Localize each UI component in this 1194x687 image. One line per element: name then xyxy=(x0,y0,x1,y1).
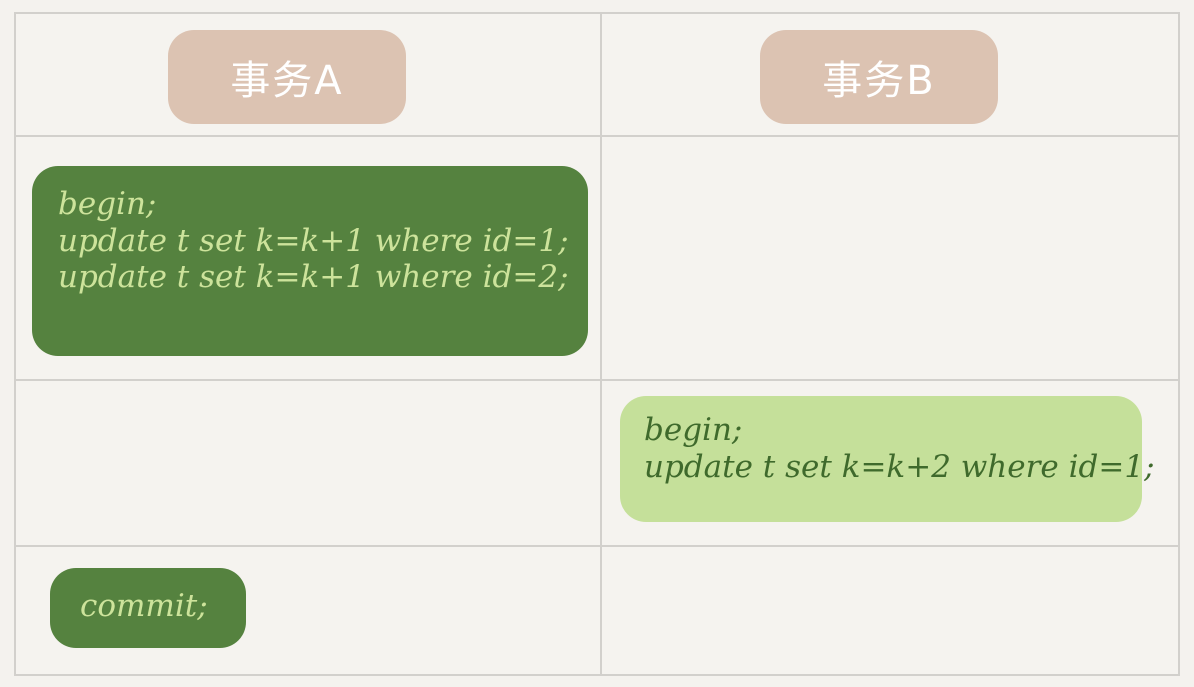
header-transaction-a: 事务A xyxy=(168,30,406,124)
row-divider-2 xyxy=(16,379,1178,381)
row-divider-3 xyxy=(16,545,1178,547)
code-line: update t set k=k+2 where id=1; xyxy=(644,448,1155,485)
code-line: begin; xyxy=(644,412,743,448)
code-line: update t set k=k+1 where id=1; xyxy=(58,222,569,259)
row-divider-1 xyxy=(16,135,1178,137)
code-line: commit; xyxy=(80,588,208,624)
code-line: begin; xyxy=(58,186,157,222)
code-line: update t set k=k+1 where id=2; xyxy=(58,259,569,296)
transaction-a-step-2: commit; xyxy=(50,568,246,648)
transaction-a-step-1: begin; update t set k=k+1 where id=1; up… xyxy=(32,166,588,356)
transaction-b-step-1: begin; update t set k=k+2 where id=1; xyxy=(620,396,1155,522)
header-transaction-b-label: 事务B xyxy=(822,58,936,104)
header-transaction-b: 事务B xyxy=(760,30,998,124)
column-divider xyxy=(600,14,602,674)
header-transaction-a-label: 事务A xyxy=(230,58,344,104)
